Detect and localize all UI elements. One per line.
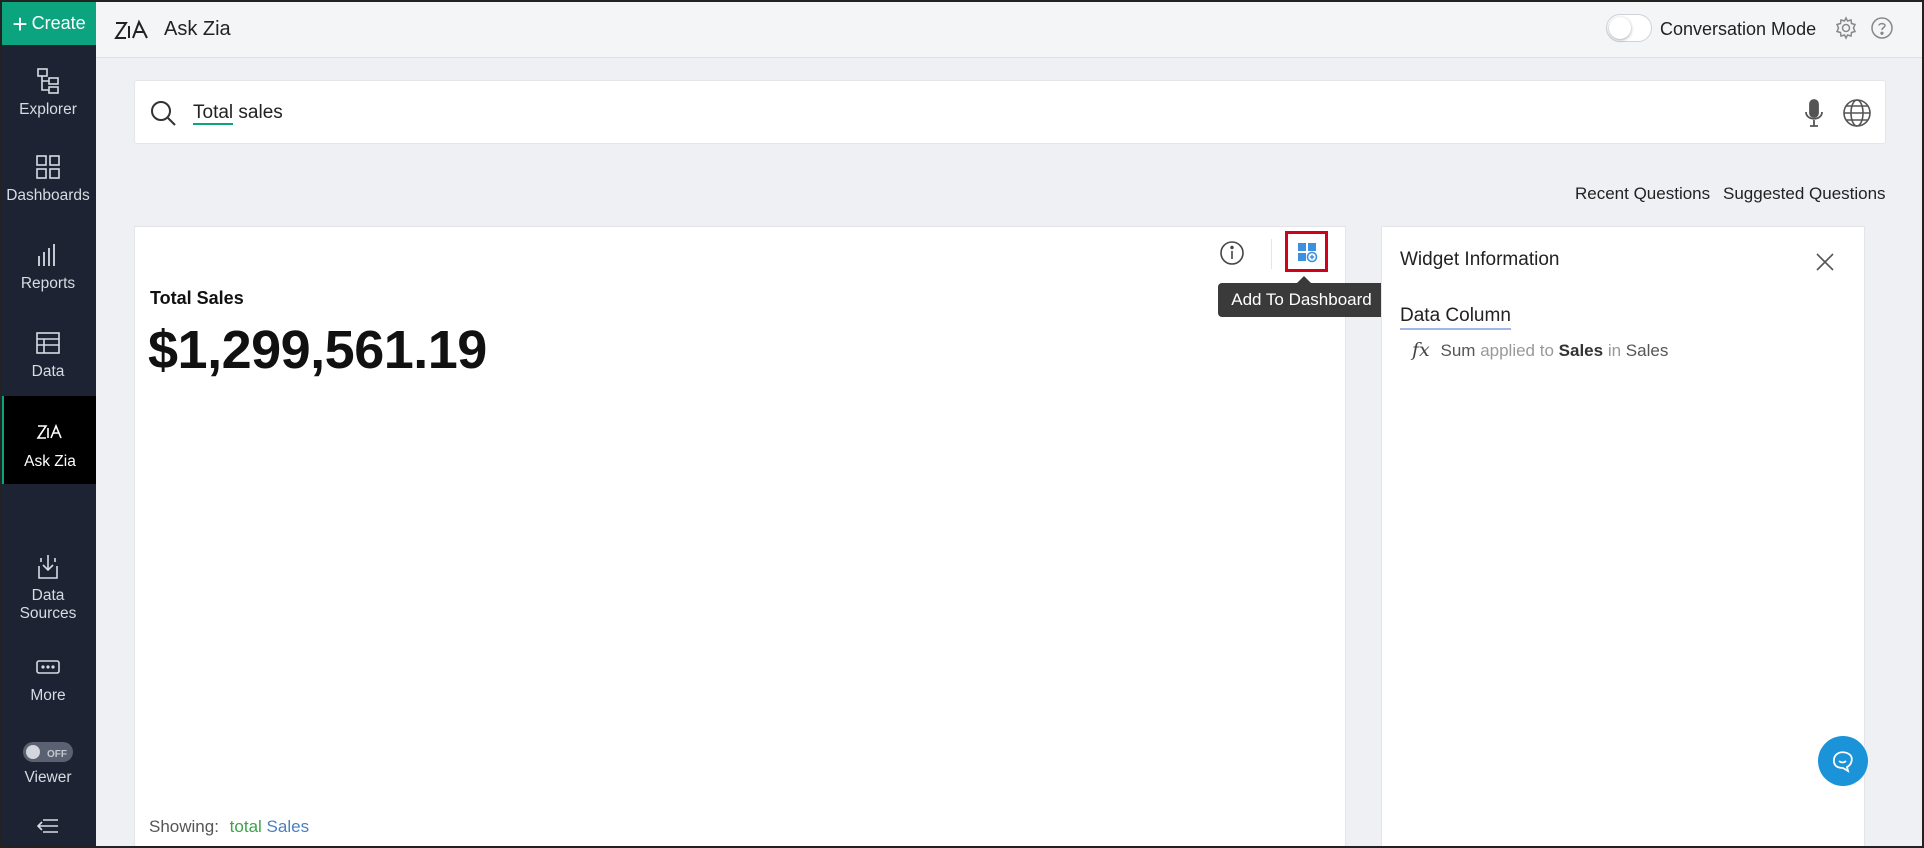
- conversation-mode-toggle[interactable]: [1606, 14, 1652, 42]
- sidebar-item-ask-zia[interactable]: Ask Zia: [0, 396, 96, 484]
- gear-icon[interactable]: [1834, 16, 1858, 40]
- toggle-knob: [26, 745, 40, 759]
- search-query-rest: sales: [233, 102, 283, 123]
- kpi-label: Total Sales: [150, 288, 244, 308]
- sidebar-item-label: Reports: [20, 275, 76, 292]
- sidebar-item-label: Data: [31, 363, 65, 380]
- search-icon: [151, 101, 176, 126]
- sidebar-item-data-sources[interactable]: Data Sources: [0, 552, 96, 623]
- sidebar-item-explorer[interactable]: Explorer: [0, 66, 96, 119]
- chat-icon: [1832, 751, 1853, 773]
- data-icon: [36, 332, 60, 354]
- suggested-questions-link[interactable]: Suggested Questions: [1723, 184, 1886, 204]
- sidebar-item-label: More: [30, 687, 66, 704]
- add-to-dashboard-button[interactable]: [1285, 231, 1328, 272]
- close-icon[interactable]: [1814, 251, 1836, 273]
- sidebar-item-more[interactable]: More: [0, 652, 96, 705]
- formula-table: Sales: [1625, 341, 1669, 360]
- fx-icon: fx: [1412, 339, 1430, 361]
- sidebar: + Create Explorer Dashboards Reports Dat…: [0, 0, 96, 848]
- toggle-knob: [1609, 17, 1631, 39]
- sidebar-item-data[interactable]: Data: [0, 328, 96, 381]
- recent-questions-link[interactable]: Recent Questions: [1575, 184, 1710, 204]
- showing-label: Showing:: [149, 817, 219, 836]
- microphone-icon[interactable]: [1799, 97, 1829, 129]
- collapse-sidebar-button[interactable]: [0, 816, 96, 841]
- sidebar-item-label: Viewer: [24, 769, 72, 786]
- data-sources-icon: [38, 555, 58, 579]
- search-bar: Total sales: [134, 80, 1886, 144]
- showing-caption: Showing: total Sales: [149, 817, 309, 837]
- create-button[interactable]: + Create: [2, 2, 96, 45]
- collapse-icon: [36, 819, 58, 833]
- sidebar-item-viewer[interactable]: OFF Viewer: [0, 742, 96, 787]
- toggle-state: OFF: [47, 749, 67, 760]
- formula-column: Sales: [1558, 341, 1604, 360]
- plus-icon: +: [12, 8, 28, 39]
- formula-connector: applied to: [1480, 341, 1554, 360]
- search-query-keyword: Total: [193, 102, 234, 125]
- add-to-dashboard-icon: [1297, 242, 1317, 262]
- more-icon: [36, 660, 60, 674]
- page-title: Ask Zia: [164, 18, 231, 40]
- explorer-icon: [37, 68, 59, 94]
- zia-logo-icon: [114, 19, 148, 39]
- showing-term-total: total: [229, 817, 262, 836]
- showing-term-sales: Sales: [266, 817, 310, 836]
- conversation-mode-label: Conversation Mode: [1660, 19, 1817, 39]
- widget-information-panel: Widget Information Data Column fx Sum ap…: [1381, 226, 1865, 848]
- search-input[interactable]: Total sales: [193, 102, 283, 125]
- panel-title: Widget Information: [1400, 249, 1560, 270]
- globe-icon[interactable]: [1841, 97, 1873, 129]
- sidebar-item-dashboards[interactable]: Dashboards: [0, 152, 96, 205]
- help-icon[interactable]: [1870, 16, 1894, 40]
- sidebar-item-label: Data Sources: [19, 587, 77, 622]
- divider: [1271, 239, 1272, 269]
- sidebar-item-label: Ask Zia: [24, 453, 76, 470]
- top-bar: Ask Zia Conversation Mode: [96, 2, 1922, 58]
- sidebar-item-label: Explorer: [19, 101, 77, 118]
- info-icon[interactable]: [1219, 240, 1245, 266]
- reports-icon: [38, 244, 55, 266]
- add-to-dashboard-tooltip: Add To Dashboard: [1218, 276, 1385, 317]
- kpi-value: $1,299,561.19: [148, 320, 487, 380]
- sidebar-item-label: Dashboards: [6, 187, 90, 204]
- zia-icon: [36, 423, 62, 439]
- dashboards-icon: [36, 155, 60, 179]
- formula-description: fx Sum applied to Sales in Sales: [1412, 339, 1668, 361]
- formula-connector-in: in: [1607, 341, 1622, 360]
- aggregate-function: Sum: [1440, 341, 1476, 360]
- sidebar-item-reports[interactable]: Reports: [0, 240, 96, 293]
- data-column-heading: Data Column: [1400, 305, 1511, 330]
- viewer-toggle[interactable]: OFF: [23, 742, 73, 762]
- create-label: Create: [31, 13, 86, 33]
- chat-support-button[interactable]: [1818, 736, 1868, 786]
- result-card: Total Sales $1,299,561.19 Showing: total…: [134, 226, 1346, 848]
